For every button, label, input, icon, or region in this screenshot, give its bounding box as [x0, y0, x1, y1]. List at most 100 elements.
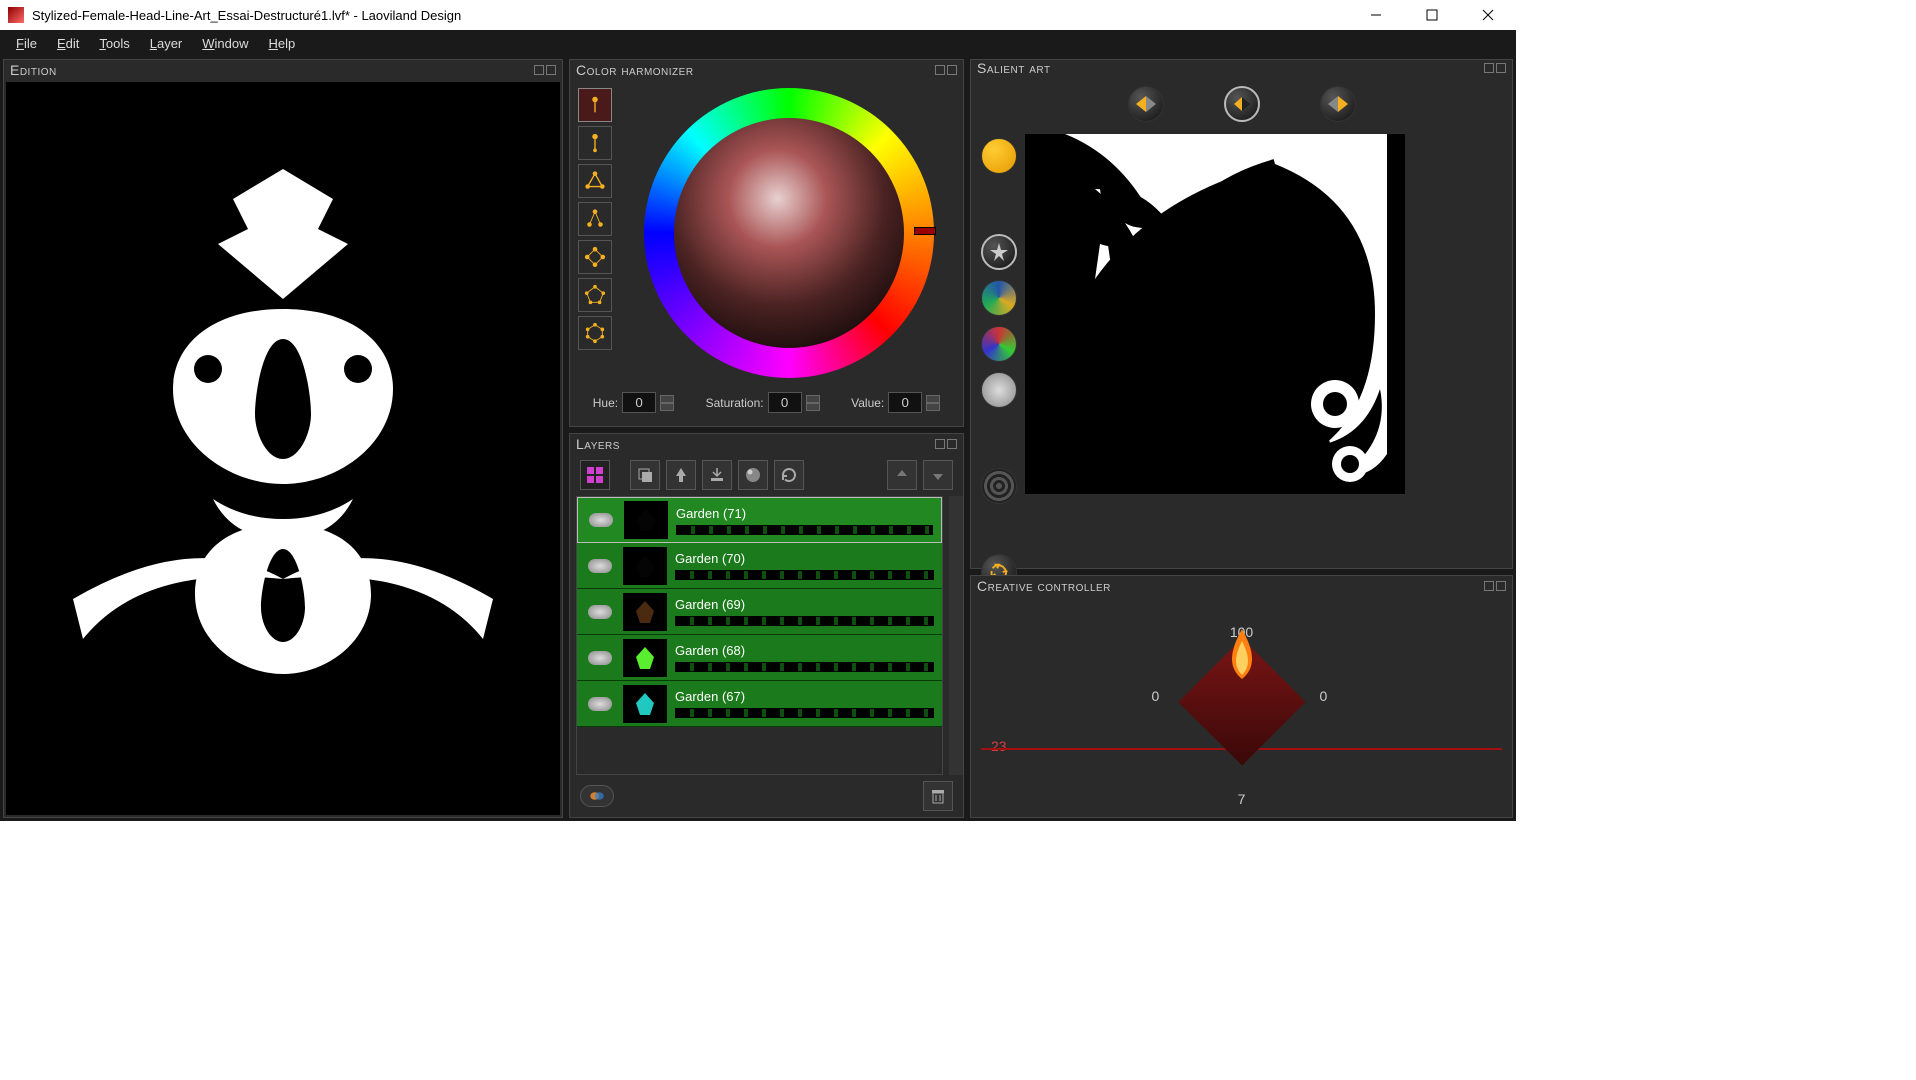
layers-refresh-button[interactable]	[774, 460, 804, 490]
layer-thumbnail	[623, 547, 667, 585]
sat-down[interactable]	[806, 403, 820, 411]
hue-input[interactable]	[622, 392, 656, 413]
layers-merge-button[interactable]	[666, 460, 696, 490]
sat-label: Saturation:	[706, 396, 764, 410]
menu-tools[interactable]: Tools	[89, 33, 139, 54]
layer-row[interactable]: Garden (67)	[577, 681, 942, 727]
hue-label: Hue:	[593, 396, 618, 410]
layers-move-up-button[interactable]	[887, 460, 917, 490]
panel-detach-icon[interactable]	[935, 439, 945, 449]
panel-close-icon[interactable]	[1496, 63, 1506, 73]
window-title: Stylized-Female-Head-Line-Art_Essai-Dest…	[32, 8, 1356, 23]
harmony-mode-hexagon[interactable]	[578, 316, 612, 350]
creative-left-value: 0	[1152, 688, 1160, 704]
layers-grid-button[interactable]	[580, 460, 610, 490]
menu-bar: File Edit Tools Layer Window Help	[0, 30, 1516, 56]
layers-list[interactable]: Garden (71) Garden (70) Garden (69) Garden …	[576, 496, 943, 775]
panel-close-icon[interactable]	[947, 439, 957, 449]
layers-scrollbar[interactable]	[949, 496, 963, 775]
menu-layer[interactable]: Layer	[140, 33, 193, 54]
harmony-mode-mono[interactable]	[578, 88, 612, 122]
harmony-mode-pentagon[interactable]	[578, 278, 612, 312]
maximize-button[interactable]	[1412, 1, 1452, 29]
val-label: Value:	[851, 396, 884, 410]
layers-move-down-button[interactable]	[923, 460, 953, 490]
layer-name-label: Garden (67)	[675, 689, 934, 704]
layer-timeline[interactable]	[675, 570, 934, 580]
panel-detach-icon[interactable]	[935, 65, 945, 75]
layer-timeline[interactable]	[676, 525, 933, 535]
layer-name-label: Garden (71)	[676, 506, 933, 521]
layer-timeline[interactable]	[675, 616, 934, 626]
harmony-mode-triad[interactable]	[578, 164, 612, 198]
sat-input[interactable]	[768, 392, 802, 413]
title-bar: Stylized-Female-Head-Line-Art_Essai-Dest…	[0, 0, 1516, 30]
layer-visibility-toggle[interactable]	[577, 559, 623, 573]
panel-title-creative: Creative controller	[977, 578, 1484, 594]
salient-color-circle-2[interactable]	[981, 326, 1017, 362]
layer-thumbnail	[623, 639, 667, 677]
val-input[interactable]	[888, 392, 922, 413]
panel-close-icon[interactable]	[947, 65, 957, 75]
layer-visibility-toggle[interactable]	[578, 513, 624, 527]
harmony-mode-square[interactable]	[578, 240, 612, 274]
panel-detach-icon[interactable]	[534, 65, 544, 75]
layer-name-label: Garden (70)	[675, 551, 934, 566]
salient-sun-icon[interactable]	[981, 138, 1017, 174]
panel-detach-icon[interactable]	[1484, 581, 1494, 591]
val-up[interactable]	[926, 395, 940, 403]
sat-up[interactable]	[806, 395, 820, 403]
salient-variant-3[interactable]	[1320, 86, 1356, 122]
layers-blend-button[interactable]	[580, 785, 614, 807]
layers-flatten-button[interactable]	[702, 460, 732, 490]
layer-row[interactable]: Garden (68)	[577, 635, 942, 681]
salient-star-icon[interactable]	[981, 234, 1017, 270]
salient-color-circle-1[interactable]	[981, 280, 1017, 316]
layer-visibility-toggle[interactable]	[577, 605, 623, 619]
creative-controller[interactable]: 100 0 0 7 23	[971, 596, 1512, 817]
layer-name-label: Garden (69)	[675, 597, 934, 612]
layer-row[interactable]: Garden (71)	[577, 497, 942, 543]
color-wheel-inner[interactable]	[674, 118, 904, 348]
salient-variant-1[interactable]	[1128, 86, 1164, 122]
panel-detach-icon[interactable]	[1484, 63, 1494, 73]
menu-help[interactable]: Help	[259, 33, 306, 54]
color-marker[interactable]	[914, 227, 936, 235]
harmony-mode-split[interactable]	[578, 202, 612, 236]
minimize-button[interactable]	[1356, 1, 1396, 29]
menu-edit[interactable]: Edit	[47, 33, 89, 54]
panel-title-harmonizer: Color harmonizer	[576, 62, 935, 78]
val-down[interactable]	[926, 403, 940, 411]
layers-sphere-button[interactable]	[738, 460, 768, 490]
menu-file-label: ile	[24, 36, 37, 51]
panel-title-salient: Salient art	[977, 60, 1484, 76]
menu-window[interactable]: Window	[192, 33, 258, 54]
layers-delete-button[interactable]	[923, 781, 953, 811]
creative-diamond[interactable]	[1197, 657, 1287, 747]
panel-close-icon[interactable]	[1496, 581, 1506, 591]
layer-timeline[interactable]	[675, 662, 934, 672]
app-icon	[8, 7, 24, 23]
salient-pattern-icon[interactable]	[981, 468, 1017, 504]
salient-variant-2[interactable]	[1224, 86, 1260, 122]
salient-preview[interactable]	[1025, 134, 1405, 494]
layer-visibility-toggle[interactable]	[577, 697, 623, 711]
layer-timeline[interactable]	[675, 708, 934, 718]
salient-artwork	[1025, 134, 1405, 494]
layer-row[interactable]: Garden (70)	[577, 543, 942, 589]
hue-down[interactable]	[660, 403, 674, 411]
layer-thumbnail	[623, 685, 667, 723]
creative-right-value: 0	[1320, 688, 1328, 704]
layers-duplicate-button[interactable]	[630, 460, 660, 490]
harmony-mode-complement[interactable]	[578, 126, 612, 160]
layer-row[interactable]: Garden (69)	[577, 589, 942, 635]
color-wheel[interactable]	[644, 88, 934, 378]
close-button[interactable]	[1468, 1, 1508, 29]
salient-swirl-icon[interactable]	[981, 372, 1017, 408]
hue-up[interactable]	[660, 395, 674, 403]
layer-visibility-toggle[interactable]	[577, 651, 623, 665]
menu-file[interactable]: File	[6, 33, 47, 54]
edition-canvas[interactable]	[6, 82, 560, 815]
layer-name-label: Garden (68)	[675, 643, 934, 658]
panel-close-icon[interactable]	[546, 65, 556, 75]
